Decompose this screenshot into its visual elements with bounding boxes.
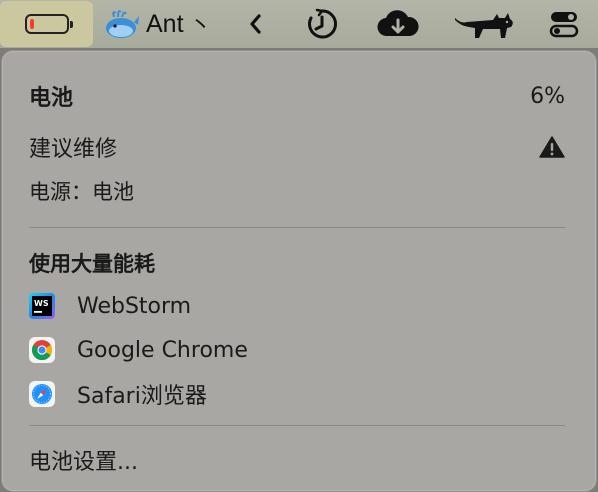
menu-bar: Ant 丶 (0, 0, 598, 48)
cat-item[interactable] (452, 0, 518, 48)
app-row-webstorm[interactable]: WS WebStorm (29, 291, 565, 321)
energy-section-heading: 使用大量能耗 (29, 248, 565, 278)
app-row-safari[interactable]: Safari浏览器 (29, 379, 565, 409)
back-chevron-item[interactable] (240, 0, 270, 48)
app-row-chrome[interactable]: Google Chrome (29, 335, 565, 365)
whale-app-icon (106, 10, 139, 38)
svg-text:WS: WS (34, 299, 49, 308)
power-source-label: 电源：电池 (29, 180, 134, 204)
control-center-icon (549, 12, 579, 38)
app-name: Ant (146, 9, 184, 38)
app-suffix: 丶 (189, 14, 212, 39)
cloud-item[interactable] (376, 0, 420, 48)
warning-icon (539, 136, 565, 158)
battery-menu: 电池 6% 建议维修 电源：电池 使用大量能耗 WS WebStorm Goog… (1, 50, 597, 492)
timer-icon (308, 8, 338, 39)
battery-icon (24, 14, 73, 34)
cloud-icon (377, 10, 419, 37)
timer-item[interactable] (302, 0, 342, 48)
divider (29, 425, 565, 426)
ant-app-item[interactable]: Ant 丶 (104, 0, 222, 48)
app-name-chrome: Google Chrome (77, 337, 248, 363)
chrome-icon (29, 337, 55, 363)
cat-icon (455, 13, 513, 38)
battery-header: 电池 6% (29, 81, 565, 112)
battery-level-fill (29, 19, 34, 29)
power-source-row: 电源：电池 (29, 176, 565, 206)
service-recommended-label: 建议维修 (29, 137, 118, 162)
webstorm-icon: WS (29, 293, 55, 319)
app-name-webstorm: WebStorm (77, 293, 192, 319)
divider (29, 227, 565, 228)
battery-settings-item[interactable]: 电池设置... (29, 445, 565, 475)
safari-icon (29, 381, 55, 407)
battery-percent: 6% (530, 83, 565, 109)
battery-status-item[interactable] (0, 1, 93, 47)
section-heading: 使用大量能耗 (29, 252, 155, 276)
battery-title: 电池 (29, 86, 74, 111)
control-center-item[interactable] (546, 0, 582, 48)
battery-settings-label: 电池设置... (29, 450, 138, 475)
back-chevron-icon (250, 14, 261, 34)
app-name-safari: Safari浏览器 (77, 384, 207, 409)
service-row[interactable]: 建议维修 (29, 132, 565, 162)
